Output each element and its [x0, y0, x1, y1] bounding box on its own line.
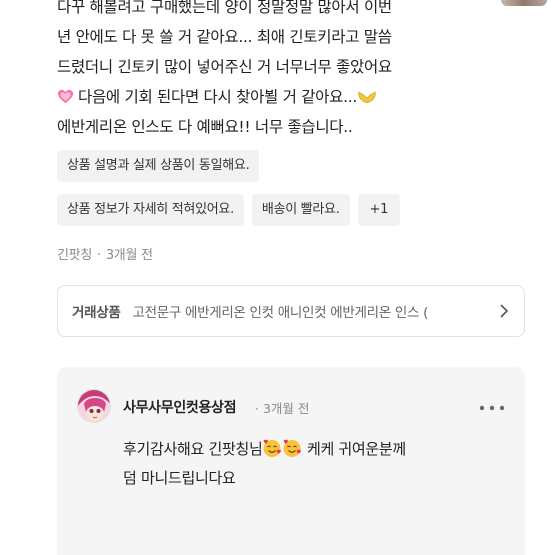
review-line: 년 안에도 다 못 쓸 거 같아요... 최애 긴토키라고 말씀 — [57, 28, 392, 46]
seller-avatar[interactable] — [77, 389, 111, 423]
review-tag: 배송이 빨라요. — [251, 194, 350, 226]
reply-line: 후기감사해요 긴팟칭님 케케 귀여운분께 — [123, 439, 406, 458]
review-tag: 상품 정보가 자세히 적혀있어요. — [57, 194, 244, 226]
review-line: 다꾸 해볼려고 구매했는데 양이 정말정말 많아서 이번 — [57, 0, 392, 16]
review-time: 3개월 전 — [105, 248, 153, 263]
seller-name[interactable]: 사무사무인컷용상점 — [123, 397, 237, 417]
traded-product-label: 거래상품 — [72, 305, 121, 321]
review-tag: 상품 설명과 실제 상품이 동일해요. — [57, 150, 260, 182]
pink-heart-icon — [58, 89, 73, 104]
review-author[interactable]: 긴팟칭 — [57, 248, 92, 263]
review-tags: 상품 설명과 실제 상품이 동일해요. 상품 정보가 자세히 적혀있어요. 배송… — [57, 150, 401, 238]
reply-time: · 3개월 전 — [255, 401, 310, 416]
review-text: 다꾸 해볼려고 구매했는데 양이 정말정말 많아서 이번 년 안에도 다 못 쓸… — [57, 0, 477, 142]
more-tags-button[interactable]: +1 — [357, 194, 401, 226]
reply-line: 덤 마니드립니다요 — [123, 469, 236, 487]
reply-text: 후기감사해요 긴팟칭님 케케 귀여운분께 덤 마니드립니다요 — [123, 435, 503, 493]
review-line-with-emoji: 다음에 기회 된다면 다시 찾아뵐 거 같아요... — [57, 82, 477, 112]
photo-thumbnail[interactable] — [501, 0, 547, 6]
more-dots-icon[interactable] — [479, 405, 505, 411]
smiling-face-with-hearts-icon — [263, 439, 282, 457]
chevron-right-icon — [500, 304, 509, 318]
traded-product-link[interactable]: 거래상품 고전문구 에반게리온 인컷 애니인컷 에반게리온 인스 ( — [57, 285, 525, 337]
heart-hands-icon — [358, 91, 376, 104]
traded-product-name: 고전문구 에반게리온 인컷 애니인컷 에반게리온 인스 ( — [132, 305, 429, 321]
seller-reply: 사무사무인컷용상점 · 3개월 전 후기감사해요 긴팟칭님 케케 귀여운분께 덤… — [57, 367, 525, 555]
review-line: 에반게리온 인스도 다 예뻐요!! 너무 좋습니다.. — [57, 118, 353, 136]
review-meta: 긴팟칭 · 3개월 전 — [57, 248, 153, 263]
review-line: 드렸더니 긴토키 많이 넣어주신 거 너무너무 좋았어요 — [57, 58, 392, 76]
smiling-face-with-hearts-icon — [283, 439, 302, 457]
avatar-image — [78, 390, 110, 422]
review-line-text: 다음에 기회 된다면 다시 찾아뵐 거 같아요... — [78, 88, 357, 106]
